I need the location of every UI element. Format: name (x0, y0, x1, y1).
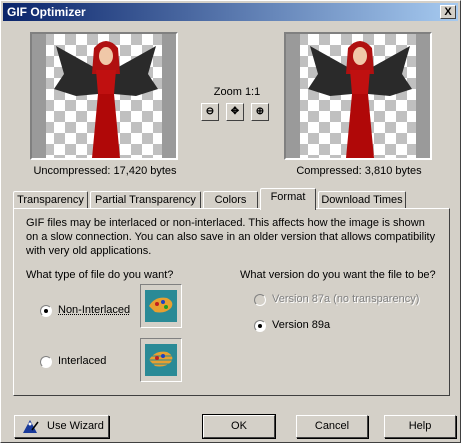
version-87a-radio[interactable] (254, 294, 266, 306)
version-87a-label[interactable]: Version 87a (no transparency) (272, 293, 419, 305)
tab-partial-transparency[interactable]: Partial Transparency (90, 191, 201, 209)
tab-download-times[interactable]: Download Times (318, 191, 406, 209)
use-wizard-button[interactable]: Use Wizard (14, 415, 109, 438)
zoom-in-button[interactable]: ⊕ (251, 103, 269, 121)
interlaced-label[interactable]: Interlaced (58, 355, 106, 367)
pan-button[interactable]: ✥ (226, 103, 244, 121)
zoom-out-button[interactable]: ⊖ (201, 103, 219, 121)
version-89a-radio[interactable] (254, 320, 266, 332)
version-question: What version do you want the file to be? (240, 269, 436, 281)
use-wizard-label: Use Wizard (47, 420, 104, 432)
zoom-in-icon: ⊕ (255, 106, 265, 117)
palette-icon (149, 351, 173, 367)
ok-button[interactable]: OK (202, 414, 276, 439)
tab-colors[interactable]: Colors (203, 191, 258, 209)
optimized-preview[interactable] (284, 32, 432, 160)
cancel-button[interactable]: Cancel (296, 415, 368, 438)
format-panel: GIF files may be interlaced or non-inter… (13, 208, 450, 396)
interlaced-thumbnail (140, 338, 182, 382)
angel-figure-image (308, 41, 412, 158)
non-interlaced-label[interactable]: Non-Interlaced (58, 304, 130, 316)
original-preview[interactable] (30, 32, 178, 160)
format-description: GIF files may be interlaced or non-inter… (26, 217, 436, 257)
wizard-icon (23, 420, 39, 433)
help-button[interactable]: Help (384, 415, 456, 438)
version-89a-label[interactable]: Version 89a (272, 319, 330, 331)
uncompressed-size: Uncompressed: 17,420 bytes (33, 165, 177, 177)
compressed-size: Compressed: 3,810 bytes (296, 165, 422, 177)
palette-icon (149, 297, 173, 313)
close-button[interactable]: X (440, 5, 456, 19)
zoom-out-icon: ⊖ (205, 106, 215, 117)
pan-icon: ✥ (230, 106, 240, 117)
title-bar[interactable]: GIF Optimizer X (3, 3, 458, 21)
interlaced-radio[interactable] (40, 356, 52, 368)
tab-format[interactable]: Format (260, 188, 316, 210)
non-interlaced-radio[interactable] (40, 305, 52, 317)
tab-transparency[interactable]: Transparency (13, 191, 88, 209)
file-type-question: What type of file do you want? (26, 269, 174, 281)
zoom-label: Zoom 1:1 (213, 86, 261, 98)
angel-figure-image (54, 41, 158, 158)
non-interlaced-thumbnail (140, 284, 182, 328)
gif-optimizer-window: GIF Optimizer X Uncompressed: 17,420 byt… (0, 0, 461, 443)
window-title: GIF Optimizer (7, 5, 86, 19)
